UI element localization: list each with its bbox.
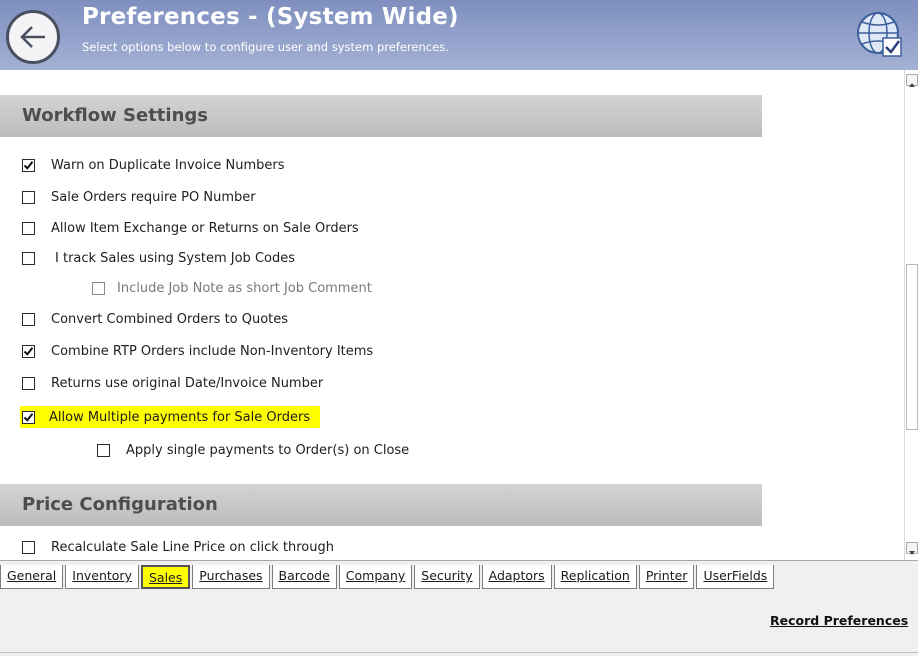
option-label: Recalculate Sale Line Price on click thr… (51, 539, 334, 555)
option-label: I track Sales using System Job Codes (55, 250, 295, 266)
checkbox-unchecked[interactable] (22, 221, 35, 235)
tab-adaptors[interactable]: Adaptors (481, 565, 552, 589)
tab-strip: General Inventory Sales Purchases Barcod… (0, 565, 776, 589)
page-header: Preferences - (System Wide) Select optio… (0, 0, 918, 70)
tab-barcode[interactable]: Barcode (271, 565, 337, 589)
option-label: Combine RTP Orders include Non-Inventory… (51, 343, 374, 359)
checkbox-checked[interactable] (22, 344, 35, 358)
tab-security[interactable]: Security (414, 565, 480, 589)
back-arrow-icon (20, 26, 45, 48)
tab-replication[interactable]: Replication (553, 565, 637, 589)
checkbox-disabled[interactable] (92, 281, 105, 295)
option-label: Include Job Note as short Job Comment (117, 280, 372, 296)
checkmark-icon (23, 346, 34, 356)
tab-inventory[interactable]: Inventory (65, 565, 139, 589)
arrow-up-icon (909, 83, 915, 87)
tab-printer[interactable]: Printer (638, 565, 695, 589)
option-label: Allow Multiple payments for Sale Orders (49, 409, 311, 425)
option-returns-original-date[interactable]: Returns use original Date/Invoice Number (22, 372, 323, 394)
option-track-job-codes[interactable]: I track Sales using System Job Codes (22, 247, 295, 269)
option-label: Sale Orders require PO Number (51, 189, 256, 205)
option-label: Returns use original Date/Invoice Number (51, 375, 324, 391)
checkmark-icon (23, 160, 34, 170)
tab-purchases[interactable]: Purchases (192, 565, 270, 589)
tab-bar: General Inventory Sales Purchases Barcod… (0, 560, 918, 656)
page-subtitle: Select options below to configure user a… (82, 40, 449, 54)
option-label: Warn on Duplicate Invoice Numbers (51, 157, 285, 173)
option-label: Convert Combined Orders to Quotes (51, 311, 289, 327)
checkbox-checked[interactable] (22, 158, 35, 172)
option-warn-duplicate-invoice[interactable]: Warn on Duplicate Invoice Numbers (22, 154, 284, 176)
scrollbar-thumb[interactable] (906, 264, 918, 430)
option-allow-multiple-payments[interactable]: Allow Multiple payments for Sale Orders (20, 406, 321, 428)
option-item-exchange-returns[interactable]: Allow Item Exchange or Returns on Sale O… (22, 217, 359, 239)
tab-userfields[interactable]: UserFields (696, 565, 775, 589)
checkmark-icon (23, 412, 34, 422)
record-preferences-link[interactable]: Record Preferences (770, 613, 908, 628)
page-title: Preferences - (System Wide) (82, 4, 459, 30)
checkbox-checked[interactable] (22, 410, 35, 424)
checkbox-unchecked[interactable] (22, 312, 35, 326)
option-combine-rtp-orders[interactable]: Combine RTP Orders include Non-Inventory… (22, 340, 373, 362)
back-button[interactable] (6, 10, 60, 64)
option-include-job-note[interactable]: Include Job Note as short Job Comment (92, 277, 372, 299)
checkbox-unchecked[interactable] (22, 190, 35, 204)
checkbox-unchecked[interactable] (22, 376, 35, 390)
section-workflow-settings: Workflow Settings (0, 95, 762, 137)
vertical-scrollbar[interactable] (904, 70, 918, 560)
section-price-configuration: Price Configuration (0, 484, 762, 526)
scroll-down-button[interactable] (906, 542, 918, 555)
tab-sales[interactable]: Sales (140, 565, 191, 589)
checkbox-unchecked[interactable] (22, 540, 35, 554)
option-recalculate-line-price[interactable]: Recalculate Sale Line Price on click thr… (22, 536, 334, 558)
globe-check-icon (857, 12, 902, 57)
tab-company[interactable]: Company (338, 565, 413, 589)
option-label: Apply single payments to Order(s) on Clo… (126, 442, 410, 458)
scroll-up-button[interactable] (906, 74, 918, 87)
arrow-down-icon (909, 551, 915, 555)
option-po-number-required[interactable]: Sale Orders require PO Number (22, 186, 256, 208)
option-label: Allow Item Exchange or Returns on Sale O… (51, 220, 359, 236)
checkbox-unchecked[interactable] (97, 443, 110, 457)
tab-general[interactable]: General (0, 565, 64, 589)
preferences-panel: Workflow Settings Warn on Duplicate Invo… (0, 70, 904, 560)
option-convert-combined-orders[interactable]: Convert Combined Orders to Quotes (22, 308, 288, 330)
bottom-divider (0, 652, 918, 653)
option-apply-single-payments[interactable]: Apply single payments to Order(s) on Clo… (97, 439, 409, 461)
checkbox-unchecked[interactable] (22, 251, 35, 265)
